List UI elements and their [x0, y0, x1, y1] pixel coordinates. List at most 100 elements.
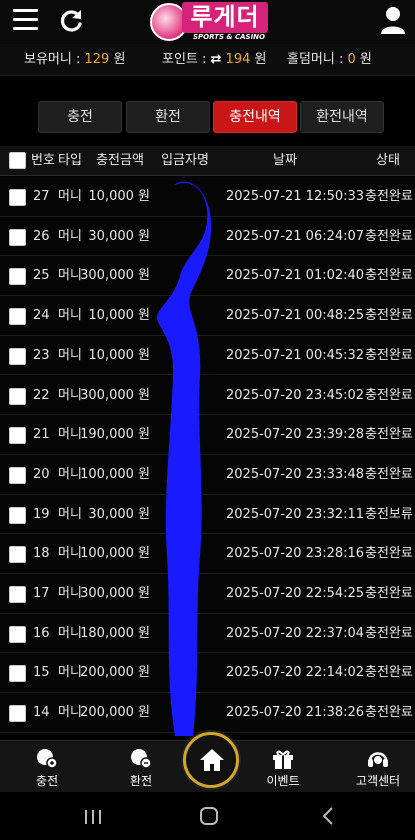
- refresh-icon[interactable]: [59, 8, 85, 34]
- cell-status: 충전완료: [365, 387, 413, 403]
- cell-status: 충전완료: [365, 665, 413, 681]
- cell-no: 25: [33, 268, 50, 284]
- point-value: 194: [225, 52, 251, 67]
- row-checkbox[interactable]: [9, 308, 26, 326]
- cell-status: 충전완료: [365, 466, 413, 482]
- row-checkbox[interactable]: [9, 546, 26, 564]
- cell-amount: 300,000 원: [80, 268, 150, 284]
- cell-amount: 10,000 원: [88, 189, 150, 204]
- cell-no: 14: [33, 705, 50, 721]
- nav-exchange[interactable]: 환전: [114, 741, 168, 793]
- cell-date: 2025-07-20 23:32:11: [226, 506, 365, 522]
- back-icon[interactable]: [313, 802, 343, 830]
- cell-no: 22: [33, 387, 50, 403]
- cell-amount: 10,000 원: [88, 308, 150, 324]
- table-row: 22 머니 300,000 원 2025-07-20 23:45:02 충전완료: [0, 375, 415, 416]
- cell-amount: 190,000 원: [80, 427, 150, 443]
- system-nav-bar: [0, 792, 415, 840]
- user-icon[interactable]: [380, 6, 406, 34]
- home-system-icon[interactable]: [194, 802, 224, 830]
- row-checkbox[interactable]: [9, 586, 26, 603]
- cell-no: 19: [33, 506, 50, 522]
- header-status: 상태: [376, 153, 400, 168]
- tab-charge[interactable]: 충전: [38, 101, 122, 133]
- table-row: 25 머니 300,000 원 2025-07-21 01:02:40 충전완료: [0, 256, 415, 297]
- logo[interactable]: 루게더 SPORTS & CASINO: [150, 1, 268, 43]
- cell-date: 2025-07-20 23:39:28: [226, 427, 365, 443]
- cell-amount: 200,000 원: [80, 705, 150, 721]
- cell-no: 26: [33, 228, 50, 244]
- cell-status: 충전완료: [365, 228, 413, 244]
- row-checkbox[interactable]: [9, 705, 26, 723]
- cell-status: 충전완료: [365, 308, 413, 324]
- header-date: 날짜: [273, 153, 297, 168]
- tab-charge-history[interactable]: 충전내역: [213, 101, 297, 133]
- cell-date: 2025-07-21 06:24:07: [226, 228, 365, 244]
- row-checkbox[interactable]: [9, 466, 26, 484]
- row-checkbox[interactable]: [9, 625, 26, 643]
- home-icon: [200, 749, 224, 771]
- money-balance: 보유머니 : 129 원: [24, 52, 126, 67]
- cell-date: 2025-07-20 22:37:04: [226, 625, 365, 641]
- table-row: 17 머니 300,000 원 2025-07-20 22:54:25 충전완료: [0, 574, 415, 614]
- holdem-value: 0: [347, 52, 356, 67]
- row-checkbox[interactable]: [9, 506, 26, 524]
- cell-no: 23: [33, 347, 50, 363]
- header-type: 타입: [58, 153, 82, 168]
- cell-date: 2025-07-20 23:45:02: [226, 387, 365, 403]
- cell-date: 2025-07-21 12:50:33: [226, 189, 365, 204]
- header-depositor: 입금자명: [161, 153, 209, 168]
- header-no: 번호: [31, 153, 55, 168]
- cell-no: 17: [33, 586, 50, 601]
- cell-status: 충전완료: [365, 546, 413, 562]
- cell-status: 충전완료: [365, 347, 413, 363]
- cell-amount: 30,000 원: [88, 228, 150, 244]
- nav-event[interactable]: 이벤트: [256, 741, 310, 793]
- table-row: 27 머니 10,000 원 2025-07-21 12:50:33 충전완료: [0, 177, 415, 217]
- cell-amount: 100,000 원: [80, 546, 150, 562]
- table-row: 21 머니 190,000 원 2025-07-20 23:39:28 충전완료: [0, 415, 415, 455]
- cell-status: 충전완료: [365, 427, 413, 443]
- tab-exchange-history[interactable]: 환전내역: [300, 101, 384, 133]
- row-checkbox[interactable]: [9, 387, 26, 405]
- row-checkbox[interactable]: [9, 268, 26, 286]
- table-row: 15 머니 200,000 원 2025-07-20 22:14:02 충전완료: [0, 653, 415, 694]
- charge-icon: [37, 749, 58, 769]
- cell-no: 16: [33, 625, 50, 641]
- select-all-checkbox[interactable]: [9, 152, 26, 169]
- row-checkbox[interactable]: [9, 228, 26, 246]
- cell-no: 15: [33, 665, 50, 681]
- nav-support[interactable]: 고객센터: [350, 741, 406, 793]
- cell-status: 충전완료: [365, 586, 413, 601]
- row-checkbox[interactable]: [9, 427, 26, 445]
- logo-text: 루게더: [182, 2, 268, 33]
- balance-bar: 보유머니 : 129 원 포인트 : ⇄ 194 원 홀덤머니 : 0 원: [0, 44, 415, 76]
- cell-no: 18: [33, 546, 50, 562]
- cell-status: 충전완료: [365, 625, 413, 641]
- cell-date: 2025-07-21 01:02:40: [226, 268, 365, 284]
- menu-icon[interactable]: [13, 9, 38, 31]
- table-row: 24 머니 10,000 원 2025-07-21 00:48:25 충전완료: [0, 296, 415, 336]
- cell-amount: 100,000 원: [80, 466, 150, 482]
- swap-icon[interactable]: ⇄: [211, 52, 222, 67]
- cell-no: 21: [33, 427, 50, 443]
- row-checkbox[interactable]: [9, 665, 26, 683]
- cell-date: 2025-07-20 23:28:16: [226, 546, 365, 562]
- row-checkbox[interactable]: [9, 347, 26, 365]
- home-button[interactable]: [183, 732, 239, 788]
- holdem-balance: 홀덤머니 : 0 원: [287, 52, 372, 67]
- table-row: 19 머니 30,000 원 2025-07-20 23:32:11 충전보류: [0, 494, 415, 535]
- cell-no: 27: [33, 189, 50, 204]
- nav-charge[interactable]: 충전: [20, 741, 74, 793]
- cell-status: 충전완료: [365, 705, 413, 721]
- cell-amount: 10,000 원: [88, 347, 150, 363]
- cell-status: 충전완료: [365, 268, 413, 284]
- cell-no: 24: [33, 308, 50, 324]
- cell-date: 2025-07-20 22:54:25: [226, 586, 365, 601]
- row-checkbox[interactable]: [9, 189, 26, 206]
- header-amount: 충전금액: [96, 153, 144, 168]
- cell-amount: 180,000 원: [80, 625, 150, 641]
- recent-apps-icon[interactable]: [78, 802, 108, 830]
- tab-exchange[interactable]: 환전: [126, 101, 210, 133]
- cell-amount: 30,000 원: [88, 506, 150, 522]
